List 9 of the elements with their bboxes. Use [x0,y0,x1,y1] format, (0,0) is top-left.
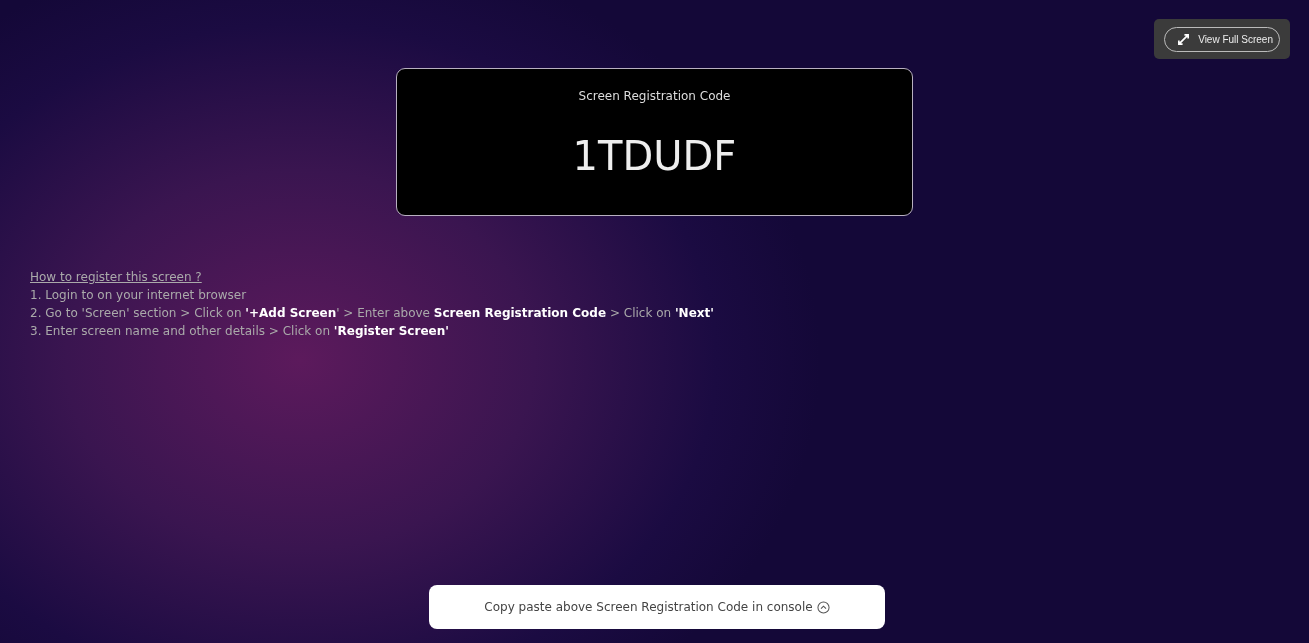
code-title: Screen Registration Code [578,89,731,103]
expand-icon [1177,32,1191,46]
instruction-step: 1. Login to on your internet browser [30,288,247,302]
instruction-step: 2. Go to 'Screen' section > Click on '+Add Screen' > Enter above Screen Registration Code > Click on 'Next' [30,306,714,320]
help-link[interactable]: How to register this screen ? [30,270,202,284]
instruction-step: 3. Enter screen name and other details > Click on 'Register Screen' [30,324,449,338]
registration-code: 1TDUDF [572,133,737,179]
chevron-up-icon [816,600,830,614]
console-hint[interactable]: Copy paste above Screen Registration Code in console [429,585,885,629]
